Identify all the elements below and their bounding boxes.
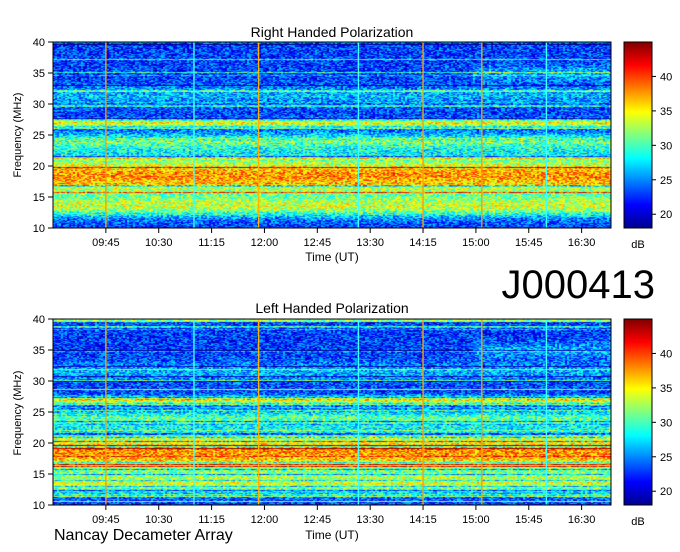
x-tick-label: 14:15 bbox=[409, 514, 437, 526]
y-tick-label: 10 bbox=[33, 223, 45, 235]
colorbar-tick-label: 20 bbox=[660, 486, 672, 498]
colorbar bbox=[623, 41, 653, 229]
colorbar-tick-label: 25 bbox=[660, 175, 672, 187]
x-tick-label: 15:45 bbox=[515, 514, 543, 526]
colorbar-tick-label: 25 bbox=[660, 452, 672, 464]
y-tick-label: 20 bbox=[33, 438, 45, 450]
y-tick-label: 35 bbox=[33, 345, 45, 357]
colorbar-tick-label: 20 bbox=[660, 209, 672, 221]
x-tick-label: 13:30 bbox=[356, 514, 384, 526]
y-tick-label: 10 bbox=[33, 500, 45, 512]
x-tick-label: 11:15 bbox=[198, 237, 225, 249]
x-tick-label: 15:00 bbox=[462, 237, 490, 249]
x-tick-label: 10:30 bbox=[145, 237, 173, 249]
y-tick-label: 30 bbox=[33, 376, 45, 388]
y-tick-label: 35 bbox=[33, 68, 45, 80]
y-tick-label: 30 bbox=[33, 99, 45, 111]
x-tick-label: 12:00 bbox=[251, 514, 279, 526]
colorbar-unit-label: dB bbox=[631, 516, 644, 528]
y-tick-label: 15 bbox=[33, 469, 45, 481]
colorbar-tick-label: 35 bbox=[660, 383, 672, 395]
spectrogram-heatmap bbox=[53, 42, 611, 228]
x-tick-label: 15:00 bbox=[462, 514, 490, 526]
colorbar-tick-label: 40 bbox=[660, 71, 672, 83]
x-tick-label: 12:45 bbox=[304, 514, 332, 526]
colorbar-tick-label: 40 bbox=[660, 348, 672, 360]
x-tick-label: 12:45 bbox=[304, 237, 332, 249]
x-tick-label: 16:30 bbox=[568, 514, 596, 526]
colorbar-unit-label: dB bbox=[631, 239, 644, 251]
x-tick-label: 11:15 bbox=[198, 514, 225, 526]
y-tick-label: 15 bbox=[33, 192, 45, 204]
x-tick-label: 10:30 bbox=[145, 514, 173, 526]
x-tick-label: 14:15 bbox=[409, 237, 437, 249]
colorbar-tick-label: 35 bbox=[660, 106, 672, 118]
y-tick-label: 25 bbox=[33, 407, 45, 419]
x-tick-label: 12:00 bbox=[251, 237, 279, 249]
spectrogram-figure: 09:45 10:30 11:15 12:00 12:45 13:30 14:15 15:00… bbox=[33, 37, 673, 528]
y-tick-label: 20 bbox=[33, 161, 45, 173]
x-tick-label: 15:45 bbox=[515, 237, 543, 249]
y-tick-label: 40 bbox=[33, 314, 45, 326]
x-tick-label: 13:30 bbox=[356, 237, 384, 249]
spectrogram-heatmap bbox=[53, 319, 611, 505]
y-tick-label: 40 bbox=[33, 37, 45, 49]
colorbar-tick-label: 30 bbox=[660, 417, 672, 429]
x-tick-label: 09:45 bbox=[92, 514, 120, 526]
x-tick-label: 16:30 bbox=[568, 237, 596, 249]
colorbar bbox=[623, 318, 653, 506]
x-tick-label: 09:45 bbox=[92, 237, 120, 249]
colorbar-tick-label: 30 bbox=[660, 140, 672, 152]
y-tick-label: 25 bbox=[33, 130, 45, 142]
